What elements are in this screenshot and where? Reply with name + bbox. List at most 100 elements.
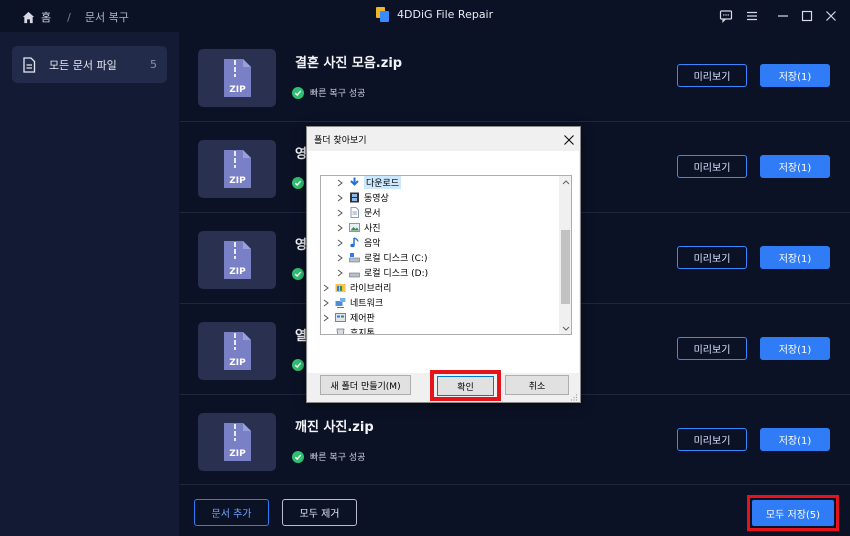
sidebar: 모든 문서 파일 5 [0,32,179,536]
close-icon[interactable] [823,8,839,24]
app-title-text: 4DDiG File Repair [397,8,494,21]
zip-thumbnail: ZIP [198,322,276,380]
success-check-icon [292,177,304,189]
save-button[interactable]: 저장(1) [760,246,830,269]
preview-button[interactable]: 미리보기 [677,64,747,87]
network-icon [335,298,346,308]
success-check-icon [292,268,304,280]
recycle-bin-icon [336,328,345,334]
sidebar-item-label: 모든 문서 파일 [49,58,117,72]
dialog-close-icon[interactable] [563,131,577,145]
scroll-up-icon[interactable] [559,176,571,188]
list-item: ZIP 깨진 사진.zip 빠른 복구 성공 미리보기 저장(1) [180,396,850,484]
tree-item-documents[interactable]: 문서 [335,205,381,220]
minimize-icon[interactable] [775,8,791,24]
save-button[interactable]: 저장(1) [760,64,830,87]
expand-chevron-icon[interactable] [335,238,345,248]
expand-chevron-icon[interactable] [335,208,345,218]
preview-button[interactable]: 미리보기 [677,155,747,178]
tree-item-drive-c[interactable]: 로컬 디스크 (C:) [335,250,427,265]
svg-text:ZIP: ZIP [229,449,246,459]
tree-item-libraries[interactable]: 라이브러리 [321,280,391,295]
tree-item-label: 사진 [364,224,381,234]
scroll-down-icon[interactable] [559,322,571,334]
tree-item-label: 로컬 디스크 (C:) [364,254,428,264]
download-arrow-icon [350,177,359,186]
tree-item-label: 문서 [364,209,381,219]
expand-chevron-icon[interactable] [335,268,345,278]
expand-chevron-icon[interactable] [335,193,345,203]
zip-thumbnail: ZIP [198,413,276,471]
sidebar-item-count: 5 [150,58,157,71]
svg-text:ZIP: ZIP [229,85,246,95]
save-all-button[interactable]: 모두 저장(5) [752,500,834,526]
tree-item-videos[interactable]: 동영상 [335,190,389,205]
sidebar-item-all-documents[interactable]: 모든 문서 파일 5 [12,46,167,83]
breadcrumb-current: 문서 복구 [84,11,129,24]
svg-text:ZIP: ZIP [229,267,246,277]
expand-chevron-icon[interactable] [321,313,331,323]
expand-chevron-icon[interactable] [321,298,331,308]
save-button[interactable]: 저장(1) [760,337,830,360]
tree-item-pictures[interactable]: 사진 [335,220,381,235]
tree-item-music[interactable]: 음악 [335,235,381,250]
success-check-icon [292,359,304,371]
maximize-icon[interactable] [799,8,815,24]
document-icon [23,56,36,73]
footer-bar: 문서 추가 모두 제거 모두 저장(5) [180,484,850,536]
music-note-icon [350,237,359,248]
tree-item-drive-d[interactable]: 로컬 디스크 (D:) [335,265,428,280]
preview-button[interactable]: 미리보기 [677,428,747,451]
success-check-icon [292,86,304,99]
tree-item-label: 로컬 디스크 (D:) [364,269,429,279]
tree-scrollbar[interactable] [559,176,571,334]
picture-icon [349,223,360,232]
feedback-icon[interactable] [718,8,734,24]
svg-text:ZIP: ZIP [229,358,246,368]
remove-all-button[interactable]: 모두 제거 [282,499,357,526]
tree-item-label: 휴지통 [350,329,375,334]
expand-chevron-icon[interactable] [321,283,331,293]
tree-item-control-panel[interactable]: 제어판 [321,310,375,325]
file-name: 결혼 사진 모음.zip [295,56,403,71]
save-button[interactable]: 저장(1) [760,155,830,178]
expand-chevron-icon[interactable] [335,253,345,263]
zip-file-icon: ZIP [224,59,251,97]
tree-item-downloads[interactable]: 다운로드 [335,176,402,190]
title-bar: 홈 / 문서 복구 4DDiG File Repair [0,0,850,32]
status-badge: 빠른 복구 성공 [292,450,365,463]
cancel-button[interactable]: 취소 [505,375,569,395]
folder-tree[interactable]: 다운로드 동영상 문서 사진 음악 로컬 디스크 (C:) 로컬 디스크 (D:… [320,175,572,335]
tree-item-label: 라이브러리 [350,284,392,294]
preview-button[interactable]: 미리보기 [677,246,747,269]
home-link[interactable]: 홈 / 문서 복구 [22,9,129,25]
zip-file-icon: ZIP [224,150,251,188]
expand-chevron-icon[interactable] [335,223,345,233]
app-logo-icon [376,7,389,22]
tree-item-network[interactable]: 네트워크 [321,295,383,310]
scroll-thumb[interactable] [561,230,570,304]
home-label: 홈 [41,11,52,24]
expand-chevron-icon[interactable] [335,178,345,188]
browse-folder-dialog: 폴더 찾아보기 다운로드 동영상 문서 사진 음악 로컬 디스크 (C:) 로컬… [306,126,581,403]
zip-file-icon: ZIP [224,423,251,461]
tree-item-recycle-bin[interactable]: 휴지통 [335,325,375,334]
drive-icon [349,253,360,263]
menu-icon[interactable] [744,8,760,24]
tree-item-label: 제어판 [350,314,375,324]
tree-item-label: 네트워크 [350,299,384,309]
list-item: ZIP 결혼 사진 모음.zip 빠른 복구 성공 미리보기 저장(1) [180,32,850,122]
library-icon [335,284,346,292]
ok-button[interactable]: 확인 [437,376,494,396]
preview-button[interactable]: 미리보기 [677,337,747,360]
status-text: 빠른 복구 성공 [310,89,366,99]
new-folder-button[interactable]: 새 폴더 만들기(M) [320,375,411,395]
add-document-button[interactable]: 문서 추가 [194,499,269,526]
save-button[interactable]: 저장(1) [760,428,830,451]
resize-grip-icon[interactable] [570,393,578,401]
dialog-title: 폴더 찾아보기 [314,136,367,146]
app-title: 4DDiG File Repair [376,7,493,22]
folder-tree-items: 다운로드 동영상 문서 사진 음악 로컬 디스크 (C:) 로컬 디스크 (D:… [321,176,559,334]
home-icon [22,11,35,23]
save-all-highlight: 모두 저장(5) [747,495,839,531]
